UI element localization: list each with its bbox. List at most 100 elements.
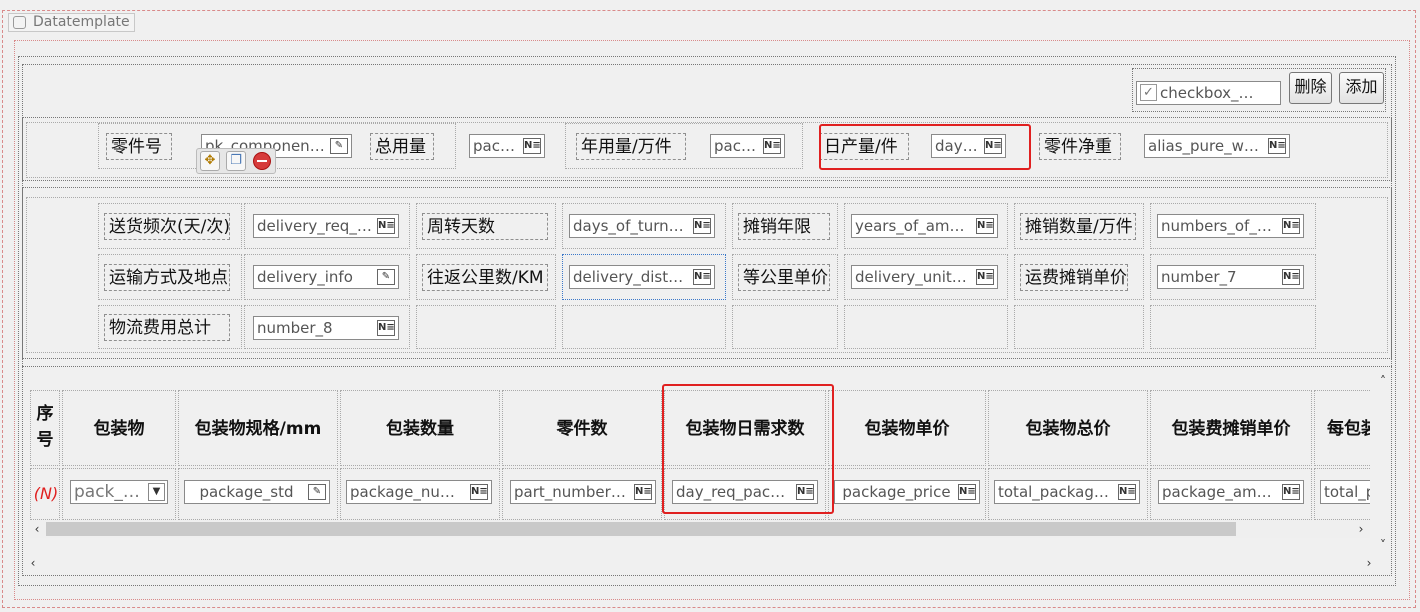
package-number-value: package_number [350, 483, 480, 501]
annual-usage-field[interactable]: pack... N≡ [710, 134, 785, 158]
grid-cell [416, 305, 556, 349]
package-std-value: package_std [199, 483, 294, 501]
col-per-package: 每包装 [1314, 390, 1370, 466]
scroll-up-icon[interactable]: ˄ [1376, 374, 1390, 390]
edit-icon: ✎ [330, 138, 348, 154]
checkbox-select-field[interactable]: ✓ checkbox_selec... [1136, 81, 1281, 105]
list-icon [13, 16, 26, 29]
grid-cell [732, 305, 838, 349]
part-numbers-value: part_numbers_... [514, 483, 641, 501]
freight-amortization-label: 运费摊销单价 [1020, 264, 1128, 291]
freight-amortization-value: number_7 [1161, 268, 1237, 286]
package-price-value: package_price [842, 483, 951, 501]
total-usage-field[interactable]: pack... N≡ [469, 134, 545, 158]
number-icon: N≡ [377, 218, 395, 234]
delivery-frequency-field[interactable]: delivery_req_p... N≡ [253, 214, 399, 238]
total-per-package-field[interactable]: total_p [1320, 480, 1370, 504]
datatemplate-tag[interactable]: Datatemplate [8, 13, 135, 32]
amortization-quantity-label: 摊销数量/万件 [1020, 213, 1136, 240]
turnover-days-field[interactable]: days_of_turno... N≡ [569, 214, 715, 238]
copy-icon[interactable]: ❐ [226, 151, 246, 171]
amortization-quantity-value: numbers_of_a... [1161, 217, 1281, 235]
col-amortization-price: 包装费摊销单价 [1150, 390, 1312, 466]
unit-price-per-km-field[interactable]: delivery_unit_p... N≡ [851, 265, 998, 289]
packaging-select[interactable]: pack_t... ▼ [70, 480, 168, 504]
amortization-years-value: years_of_amor... [855, 217, 978, 235]
outer-scroll-left-icon[interactable]: ‹ [26, 556, 40, 572]
checkbox-select-value: checkbox_selec... [1160, 84, 1281, 102]
horizontal-scrollbar[interactable]: ‹ › [28, 520, 1370, 538]
unit-price-per-km-label: 等公里单价 [738, 264, 830, 291]
scroll-right-icon[interactable]: › [1354, 520, 1368, 538]
package-amort-value: package_amort... [1162, 483, 1293, 501]
delete-button[interactable]: 删除 [1289, 72, 1332, 104]
col-part-count: 零件数 [502, 390, 662, 466]
net-weight-field[interactable]: alias_pure_wei... N≡ [1144, 134, 1290, 158]
turnover-days-value: days_of_turno... [573, 217, 692, 235]
grid-cell [1150, 305, 1316, 349]
total-usage-label: 总用量 [370, 133, 434, 160]
col-packaging-qty: 包装数量 [340, 390, 500, 466]
number-icon: N≡ [693, 218, 711, 234]
scroll-left-icon[interactable]: ‹ [30, 520, 44, 538]
highlight-box-daily-output [819, 124, 1031, 170]
package-amort-field[interactable]: package_amort... N≡ [1158, 480, 1304, 504]
grid-cell [844, 305, 1008, 349]
total-package-field[interactable]: total_package_... N≡ [994, 480, 1140, 504]
seq-header-top: 序 [36, 404, 54, 424]
package-std-field[interactable]: package_std ✎ [184, 480, 330, 504]
total-usage-value: pack... [473, 137, 523, 155]
net-weight-value: alias_pure_wei... [1148, 137, 1272, 155]
outer-scroll-right-icon[interactable]: › [1362, 556, 1376, 572]
amortization-quantity-field[interactable]: numbers_of_a... N≡ [1157, 214, 1304, 238]
seq-header-bottom: 号 [36, 430, 54, 450]
annual-usage-label: 年用量/万件 [576, 133, 686, 160]
logistics-total-field[interactable]: number_8 N≡ [253, 316, 399, 340]
round-trip-km-field[interactable]: delivery_distance N≡ [569, 265, 715, 289]
number-icon: N≡ [763, 138, 781, 154]
number-icon: N≡ [693, 269, 711, 285]
round-trip-km-value: delivery_distance [573, 268, 705, 286]
number-icon: N≡ [470, 484, 488, 500]
part-no-label: 零件号 [106, 133, 172, 160]
scroll-down-icon[interactable]: ˅ [1376, 538, 1390, 554]
packaging-select-value: pack_t... [74, 482, 146, 502]
transport-mode-label: 运输方式及地点 [104, 264, 230, 291]
add-button[interactable]: 添加 [1339, 72, 1384, 104]
logistics-total-value: number_8 [257, 319, 333, 337]
package-price-field[interactable]: package_price N≡ [834, 480, 980, 504]
amortization-years-field[interactable]: years_of_amor... N≡ [851, 214, 998, 238]
delivery-frequency-label: 送货频次(天/次) [104, 213, 230, 240]
checkbox-icon: ✓ [1140, 84, 1157, 101]
number-icon: N≡ [1118, 484, 1136, 500]
scrollbar-thumb[interactable] [46, 522, 1236, 536]
chevron-down-icon: ▼ [148, 483, 165, 501]
col-seq: 序 号 [30, 390, 60, 466]
total-package-value: total_package_... [998, 483, 1125, 501]
grid-cell [562, 305, 726, 349]
col-total-price: 包装物总价 [988, 390, 1148, 466]
transport-mode-field[interactable]: delivery_info ✎ [253, 265, 399, 289]
row-seq: (N) [33, 484, 59, 503]
delivery-frequency-value: delivery_req_p... [257, 217, 381, 235]
package-number-field[interactable]: package_number N≡ [346, 480, 492, 504]
move-icon[interactable]: ✥ [200, 151, 220, 171]
number-icon: N≡ [958, 484, 976, 500]
unit-price-per-km-value: delivery_unit_p... [855, 268, 984, 286]
number-icon: N≡ [1282, 484, 1300, 500]
datatemplate-label: Datatemplate [33, 14, 130, 30]
col-packaging: 包装物 [62, 390, 176, 466]
col-unit-price: 包装物单价 [828, 390, 986, 466]
round-trip-km-label: 往返公里数/KM [422, 264, 548, 291]
remove-icon[interactable] [253, 152, 271, 170]
freight-amortization-field[interactable]: number_7 N≡ [1157, 265, 1304, 289]
number-icon: N≡ [523, 138, 541, 154]
total-per-package-value: total_p [1324, 483, 1370, 501]
part-numbers-field[interactable]: part_numbers_... N≡ [510, 480, 656, 504]
net-weight-label: 零件净重 [1039, 133, 1121, 160]
edit-icon: ✎ [377, 269, 395, 285]
turnover-days-label: 周转天数 [422, 213, 548, 240]
number-icon: N≡ [1282, 269, 1300, 285]
amortization-years-label: 摊销年限 [738, 213, 830, 240]
col-packaging-spec: 包装物规格/mm [178, 390, 338, 466]
